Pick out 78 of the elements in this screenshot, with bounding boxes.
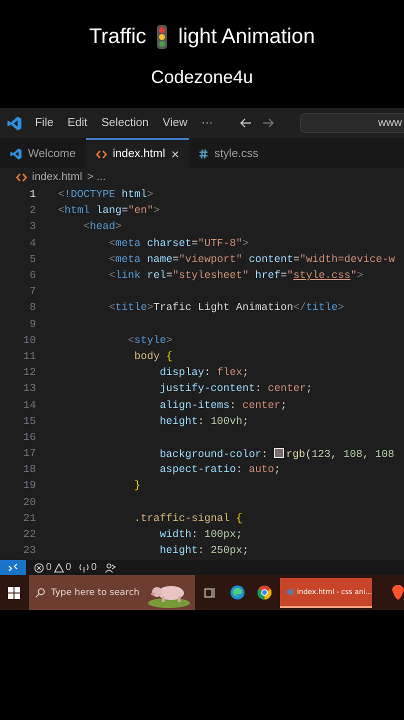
line-number: 18 <box>22 464 36 476</box>
code-line: <title>Trafic Light Animation</title> <box>108 302 344 314</box>
code-line: <style> <box>126 334 172 347</box>
code-line: <html lang="en"> <box>58 205 160 218</box>
code-line: <meta charset="UTF-8"> <box>108 238 249 250</box>
antenna-icon <box>79 562 90 572</box>
task-view-icon[interactable] <box>204 586 216 598</box>
live-share-icon[interactable] <box>104 562 116 572</box>
remote-icon <box>8 563 18 572</box>
line-number: 2 <box>28 205 36 218</box>
menu-item[interactable]: File <box>28 117 61 129</box>
breadcrumb-item[interactable]: > ... <box>87 171 106 183</box>
menu-item[interactable]: View <box>156 117 194 129</box>
line-number: 8 <box>28 302 36 314</box>
video-title: Traffic <box>89 24 146 48</box>
line-number: 20 <box>22 496 36 509</box>
code-line: .traffic-signal { <box>133 512 242 525</box>
command-center-field[interactable]: www <box>300 113 404 133</box>
line-number: 19 <box>22 480 36 492</box>
line-number: 7 <box>28 286 36 298</box>
video-title: light Animation <box>178 24 315 48</box>
line-number: 12 <box>22 367 36 380</box>
line-number: 13 <box>22 383 36 396</box>
line-number: 22 <box>22 529 36 542</box>
ports-status[interactable]: 0 <box>79 562 97 573</box>
windows-start-icon[interactable] <box>8 586 20 598</box>
breadcrumb-item[interactable]: index.html <box>32 171 82 183</box>
line-number: 4 <box>28 238 36 250</box>
code-line: height: 250px; <box>158 545 249 558</box>
code-line: background-color: rgb(123, 108, 108 <box>158 448 394 461</box>
line-number: 5 <box>28 254 36 266</box>
traffic-light-icon <box>156 24 168 48</box>
code-brackets-icon <box>16 172 27 182</box>
line-number: 6 <box>28 270 36 282</box>
code-line: align-items: center; <box>158 400 287 412</box>
taskbar-search-field[interactable]: Type here to search <box>29 575 195 610</box>
back-arrow-icon[interactable] <box>240 118 252 128</box>
hash-icon <box>199 149 208 159</box>
line-number: 23 <box>22 545 36 558</box>
code-line: } <box>133 480 141 492</box>
line-number: 1 <box>28 189 36 202</box>
vscode-logo-icon <box>10 148 22 160</box>
menu-item[interactable]: ··· <box>194 117 220 129</box>
edge-browser-icon[interactable] <box>230 585 245 600</box>
line-number: 10 <box>22 334 36 347</box>
code-line: display: flex; <box>158 367 249 380</box>
editor-tab[interactable]: index.html × <box>86 138 190 168</box>
forward-arrow-icon[interactable] <box>262 118 274 128</box>
code-line: <!DOCTYPE html> <box>58 189 154 202</box>
line-number: 16 <box>22 432 36 444</box>
color-swatch[interactable] <box>274 448 284 458</box>
vscode-logo-icon <box>7 116 22 130</box>
code-brackets-icon <box>96 150 107 158</box>
line-number: 15 <box>22 416 36 428</box>
channel-name: Codezone4u <box>150 66 254 88</box>
error-icon <box>34 562 44 572</box>
code-line: <link rel="stylesheet" href="style.css"> <box>108 270 364 282</box>
line-number: 14 <box>22 400 36 412</box>
problems-status[interactable]: 0 0 <box>34 562 72 573</box>
code-line: <head> <box>82 221 122 234</box>
menu-item[interactable]: Edit <box>60 117 94 129</box>
line-number: 3 <box>28 221 36 234</box>
code-line: height: 100vh; <box>158 416 249 428</box>
line-number: 21 <box>22 512 36 525</box>
code-line: <meta name="viewport" content="width=device-w <box>108 254 395 266</box>
remote-button[interactable] <box>0 560 26 575</box>
code-line: justify-content: center; <box>158 383 312 396</box>
close-icon[interactable]: × <box>171 146 180 162</box>
code-line: aspect-ratio: auto; <box>158 464 281 476</box>
line-number: 17 <box>22 448 36 460</box>
menu-item[interactable]: Selection <box>94 117 156 129</box>
line-number: 9 <box>28 318 36 331</box>
code-line: body { <box>133 350 172 363</box>
chrome-browser-icon[interactable] <box>257 585 272 600</box>
warning-icon <box>54 562 64 572</box>
line-number: 11 <box>22 350 36 363</box>
code-line: width: 100px; <box>158 529 242 542</box>
search-icon <box>35 588 45 598</box>
